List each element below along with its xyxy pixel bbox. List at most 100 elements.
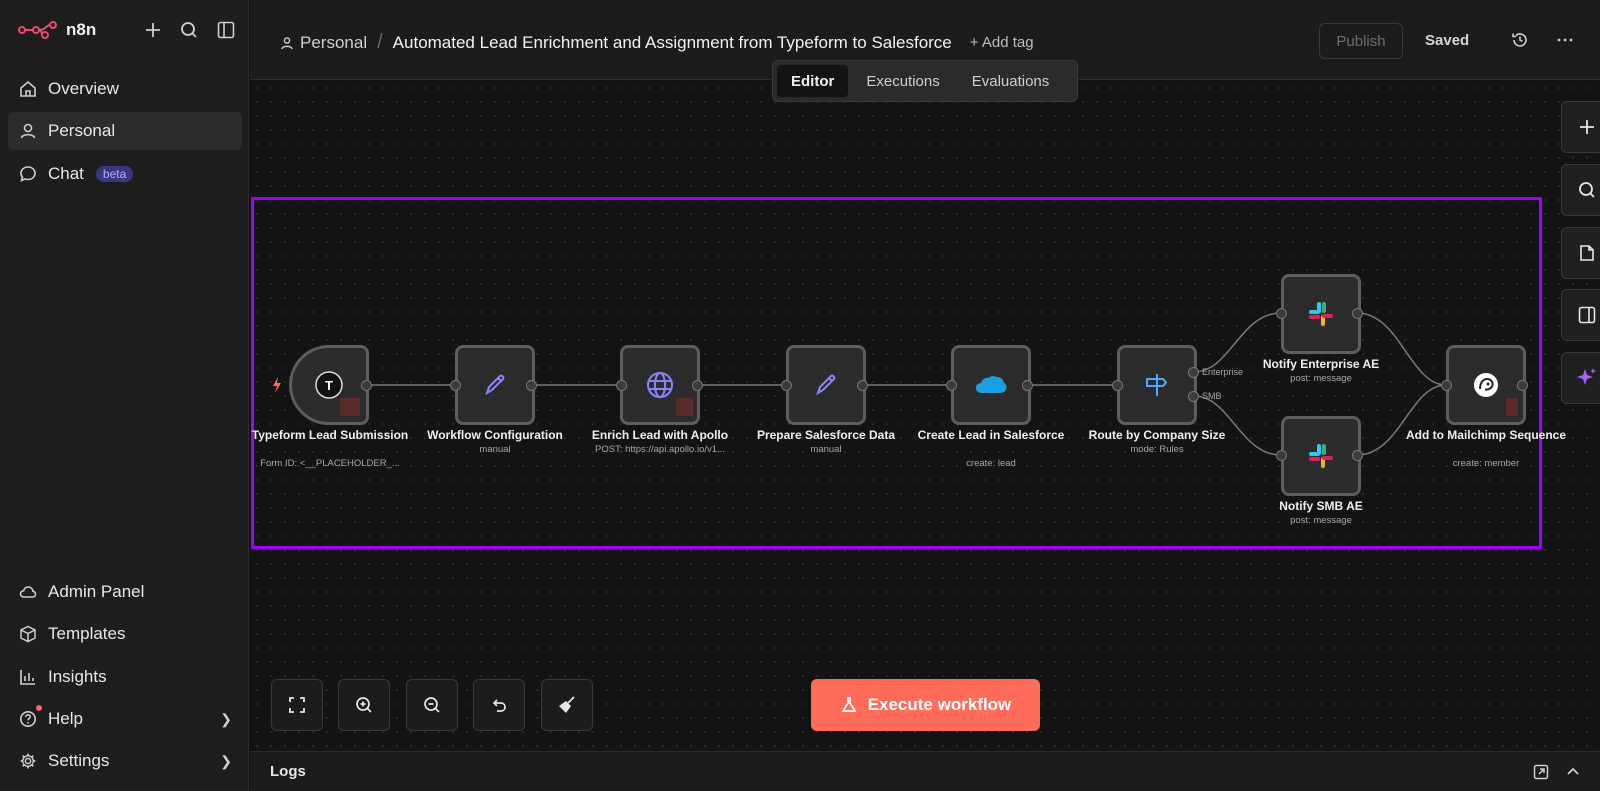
output-port[interactable] <box>1352 450 1363 461</box>
sticky-note-icon <box>1580 245 1594 261</box>
node-label: Notify SMB AE <box>1279 499 1363 513</box>
node-notify-enterprise-ae[interactable] <box>1281 274 1361 354</box>
node-label: Prepare Salesforce Data <box>756 428 896 442</box>
search-nodes-button[interactable] <box>1561 164 1600 216</box>
undo-icon <box>492 699 506 712</box>
output-port[interactable] <box>692 380 703 391</box>
input-port[interactable] <box>1276 308 1287 319</box>
add-tag-button[interactable]: + Add tag <box>970 34 1034 51</box>
cloud-icon <box>18 582 38 602</box>
output-port[interactable] <box>1517 380 1528 391</box>
node-subtitle: create: lead <box>966 458 1016 469</box>
add-sticky-note-button[interactable] <box>1561 227 1600 279</box>
logs-panel[interactable]: Logs <box>250 751 1600 791</box>
publish-button[interactable]: Publish <box>1319 23 1403 59</box>
more-options-icon[interactable] <box>1555 30 1575 50</box>
salesforce-icon <box>975 376 1007 393</box>
toggle-panel-button[interactable] <box>1561 289 1600 341</box>
node-label: Add to Mailchimp Sequence <box>1405 428 1567 442</box>
pinned-data-indicator <box>1506 398 1518 416</box>
input-port[interactable] <box>450 380 461 391</box>
add-node-button[interactable] <box>1561 101 1600 153</box>
node-label: Typeform Lead Submission <box>251 428 409 442</box>
node-label: Create Lead in Salesforce <box>917 428 1065 442</box>
output-port[interactable] <box>1352 308 1363 319</box>
zoom-in-icon <box>356 697 372 713</box>
history-icon[interactable] <box>1510 30 1530 50</box>
chevron-right-icon: ❯ <box>220 752 232 769</box>
input-port[interactable] <box>946 380 957 391</box>
sidebar-item-admin-panel[interactable]: Admin Panel <box>8 573 242 611</box>
svg-text:T: T <box>325 378 333 393</box>
tab-editor[interactable]: Editor <box>777 65 849 97</box>
logo[interactable]: n8n <box>18 20 96 40</box>
execute-workflow-button[interactable]: Execute workflow <box>811 679 1040 731</box>
project-name: Personal <box>300 32 368 52</box>
sparkle-icon <box>1577 368 1596 385</box>
output-port[interactable] <box>361 380 372 391</box>
chevron-up-icon[interactable] <box>1564 763 1582 781</box>
sidebar-item-insights[interactable]: Insights <box>8 658 242 696</box>
node-subtitle: POST: https://api.apollo.io/v1... <box>595 444 725 455</box>
zoom-out-button[interactable] <box>406 679 458 731</box>
workflow-title[interactable]: Automated Lead Enrichment and Assignment… <box>393 33 952 53</box>
search-icon[interactable] <box>177 18 201 42</box>
sidebar-toggle-icon[interactable] <box>214 18 238 42</box>
node-notify-smb-ae[interactable] <box>1281 416 1361 496</box>
node-prepare-salesforce-data[interactable] <box>786 345 866 425</box>
node-subtitle: post: message <box>1290 515 1352 526</box>
sidebar-item-label: Personal <box>48 121 116 140</box>
n8n-logo-icon <box>18 21 57 39</box>
output-port[interactable] <box>1022 380 1033 391</box>
zoom-to-fit-button[interactable] <box>271 679 323 731</box>
input-port[interactable] <box>1441 380 1452 391</box>
output-port[interactable] <box>857 380 868 391</box>
output-port[interactable] <box>526 380 537 391</box>
input-port[interactable] <box>616 380 627 391</box>
broom-icon <box>559 696 575 713</box>
view-tabs: Editor Executions Evaluations <box>772 60 1078 102</box>
project-link[interactable]: Personal <box>280 33 367 53</box>
sidebar-item-label: Chat <box>48 164 84 183</box>
globe-icon <box>647 372 673 398</box>
node-route-by-company-size[interactable] <box>1117 345 1197 425</box>
sidebar-item-label: Templates <box>48 624 126 643</box>
home-icon <box>18 79 38 99</box>
output-port-smb[interactable] <box>1188 391 1199 402</box>
sidebar-item-label: Admin Panel <box>48 582 145 601</box>
node-create-lead-in-salesforce[interactable] <box>951 345 1031 425</box>
output-port-enterprise[interactable] <box>1188 367 1199 378</box>
saved-status: Saved <box>1425 32 1470 49</box>
branch-label-enterprise: Enterprise <box>1202 367 1244 377</box>
pinned-data-indicator <box>676 398 693 416</box>
sidebar-item-overview[interactable]: Overview <box>8 70 242 108</box>
panel-right-icon <box>1578 306 1596 324</box>
plus-icon[interactable] <box>141 18 165 42</box>
branch-label-smb: SMB <box>1202 391 1222 401</box>
user-icon <box>281 36 293 49</box>
sidebar-item-chat[interactable]: Chat beta <box>8 155 242 193</box>
search-icon <box>1579 182 1595 198</box>
node-workflow-configuration[interactable] <box>455 345 535 425</box>
notification-dot <box>36 705 42 711</box>
chat-icon <box>18 164 38 184</box>
beta-badge: beta <box>95 166 134 182</box>
sidebar-item-help[interactable]: Help ❯ <box>8 700 242 738</box>
input-port[interactable] <box>1112 380 1123 391</box>
sidebar-item-templates[interactable]: Templates <box>8 615 242 653</box>
pop-out-icon[interactable] <box>1532 763 1550 781</box>
plus-icon <box>1580 120 1594 134</box>
sidebar-item-personal[interactable]: Personal <box>8 112 242 150</box>
undo-button[interactable] <box>473 679 525 731</box>
tab-executions[interactable]: Executions <box>852 65 953 97</box>
input-port[interactable] <box>1276 450 1287 461</box>
sidebar-item-settings[interactable]: Settings ❯ <box>8 742 242 780</box>
ai-assistant-button[interactable] <box>1561 352 1600 404</box>
tab-evaluations[interactable]: Evaluations <box>958 65 1064 97</box>
zoom-in-button[interactable] <box>338 679 390 731</box>
execute-workflow-label: Execute workflow <box>867 695 1012 714</box>
tidy-up-button[interactable] <box>541 679 593 731</box>
pencil-icon <box>816 374 836 396</box>
pencil-icon <box>485 374 505 396</box>
input-port[interactable] <box>781 380 792 391</box>
